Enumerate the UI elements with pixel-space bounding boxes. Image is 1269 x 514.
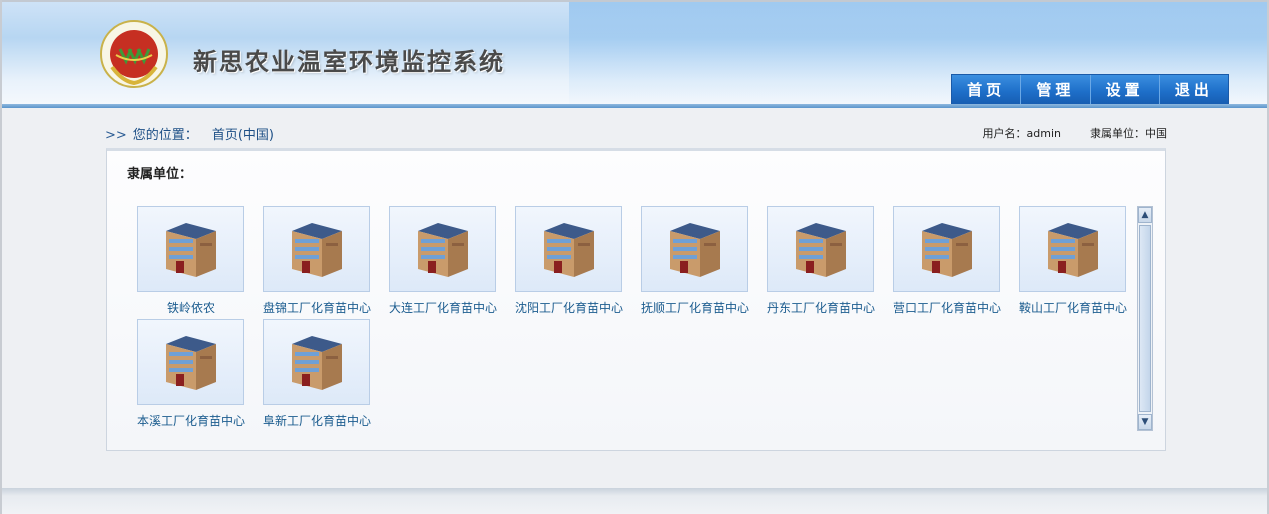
- unit-thumb[interactable]: [263, 319, 370, 405]
- footer: [0, 488, 1269, 514]
- unit-label: 隶属单位：: [1090, 127, 1145, 140]
- unit-name[interactable]: 抚顺工厂化育苗中心: [624, 299, 766, 316]
- unit-card[interactable]: 铁岭依农: [120, 206, 246, 326]
- nav-manage[interactable]: 管理: [1021, 75, 1091, 105]
- header-top-border: [0, 0, 1269, 2]
- unit-card[interactable]: 沈阳工厂化育苗中心: [498, 206, 624, 326]
- greenhouse-building-icon: [796, 223, 846, 277]
- unit-thumb[interactable]: [893, 206, 1000, 292]
- unit-name[interactable]: 丹东工厂化育苗中心: [750, 299, 892, 316]
- main-nav: 首页 管理 设置 退出: [951, 74, 1229, 105]
- greenhouse-building-icon: [166, 336, 216, 390]
- unit-card[interactable]: 盘锦工厂化育苗中心: [246, 206, 372, 326]
- unit-thumb[interactable]: [515, 206, 622, 292]
- user-info: 用户名：admin 隶属单位：中国: [983, 125, 1167, 141]
- unit-thumb[interactable]: [137, 206, 244, 292]
- username-label: 用户名：: [982, 127, 1027, 140]
- breadcrumb-home-link[interactable]: 首页(中国): [212, 128, 274, 143]
- unit-card[interactable]: 抚顺工厂化育苗中心: [624, 206, 750, 326]
- panel-title: 隶属单位：: [127, 167, 193, 182]
- breadcrumb-arrow-icon: >>: [105, 128, 127, 143]
- logo-icon: [100, 20, 168, 88]
- greenhouse-building-icon: [292, 223, 342, 277]
- greenhouse-building-icon: [292, 336, 342, 390]
- unit-thumb[interactable]: [263, 206, 370, 292]
- unit-name[interactable]: 营口工厂化育苗中心: [876, 299, 1018, 316]
- unit-card[interactable]: 阜新工厂化育苗中心: [246, 319, 372, 439]
- unit-name[interactable]: 鞍山工厂化育苗中心: [1002, 299, 1144, 316]
- breadcrumb-prefix: 您的位置：: [132, 128, 198, 143]
- nav-settings[interactable]: 设置: [1091, 75, 1160, 105]
- scroll-up-icon[interactable]: ▲: [1138, 207, 1152, 223]
- unit-name[interactable]: 沈阳工厂化育苗中心: [498, 299, 640, 316]
- unit-thumb[interactable]: [137, 319, 244, 405]
- greenhouse-building-icon: [544, 223, 594, 277]
- location-bar: >> 您的位置： 首页(中国) 用户名：admin 隶属单位：中国: [105, 124, 1167, 143]
- unit-name[interactable]: 阜新工厂化育苗中心: [246, 412, 388, 429]
- nav-logout[interactable]: 退出: [1160, 75, 1228, 105]
- unit-scrollbar[interactable]: ▲ ▼: [1137, 206, 1153, 431]
- unit-name[interactable]: 大连工厂化育苗中心: [372, 299, 514, 316]
- greenhouse-building-icon: [166, 223, 216, 277]
- scroll-thumb[interactable]: [1139, 225, 1151, 412]
- unit-card[interactable]: 营口工厂化育苗中心: [876, 206, 1002, 326]
- breadcrumb: >> 您的位置： 首页(中国): [105, 124, 274, 143]
- unit-value: 中国: [1145, 127, 1167, 140]
- greenhouse-building-icon: [1048, 223, 1098, 277]
- greenhouse-building-icon: [670, 223, 720, 277]
- unit-card[interactable]: 本溪工厂化育苗中心: [120, 319, 246, 439]
- unit-thumb[interactable]: [389, 206, 496, 292]
- greenhouse-building-icon: [922, 223, 972, 277]
- nav-home[interactable]: 首页: [952, 75, 1022, 105]
- header-bottom-border: [0, 104, 1269, 108]
- unit-card[interactable]: 丹东工厂化育苗中心: [750, 206, 876, 326]
- unit-name[interactable]: 铁岭依农: [120, 299, 262, 316]
- unit-thumb[interactable]: [641, 206, 748, 292]
- page-title: 新思农业温室环境监控系统: [193, 48, 505, 76]
- username-value: admin: [1026, 127, 1061, 140]
- unit-thumb[interactable]: [767, 206, 874, 292]
- greenhouse-building-icon: [418, 223, 468, 277]
- unit-name[interactable]: 本溪工厂化育苗中心: [120, 412, 262, 429]
- unit-name[interactable]: 盘锦工厂化育苗中心: [246, 299, 388, 316]
- unit-card[interactable]: 大连工厂化育苗中心: [372, 206, 498, 326]
- unit-thumb[interactable]: [1019, 206, 1126, 292]
- unit-card[interactable]: 鞍山工厂化育苗中心: [1002, 206, 1128, 326]
- header: 新思农业温室环境监控系统 首页 管理 设置 退出: [0, 0, 1269, 108]
- scroll-down-icon[interactable]: ▼: [1138, 414, 1152, 430]
